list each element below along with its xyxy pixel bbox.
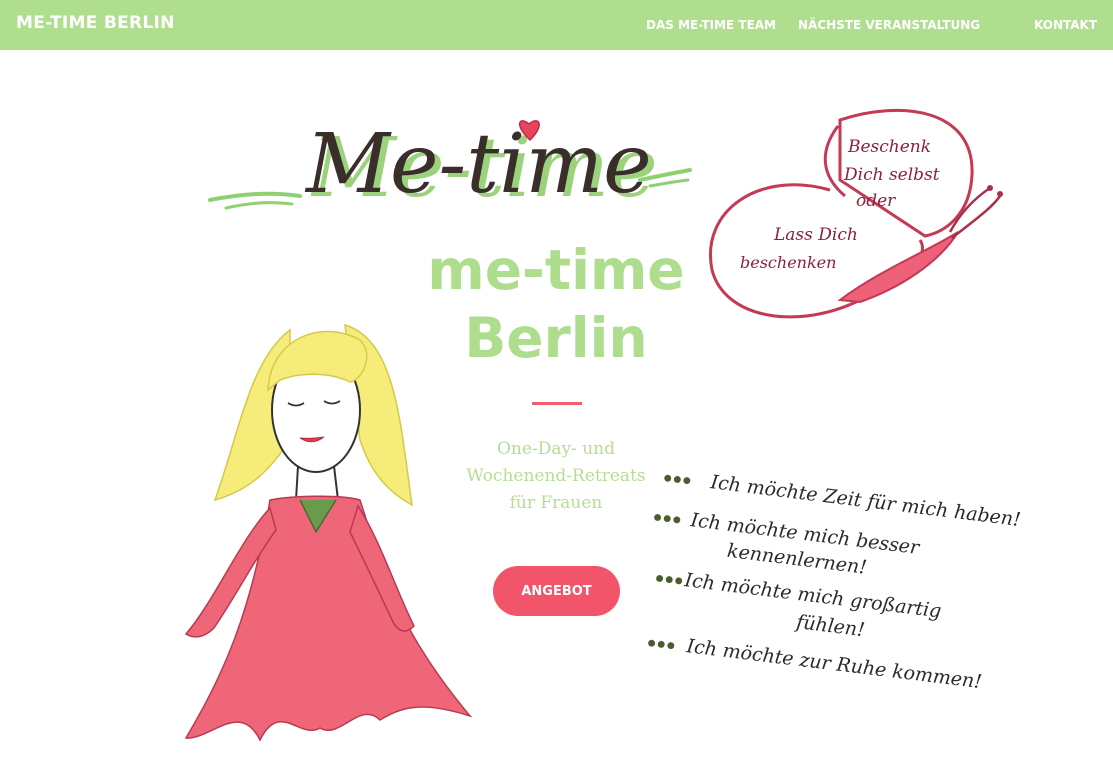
tagline-line-3: für Frauen <box>509 493 603 513</box>
logo-text: Me-time <box>304 117 652 212</box>
butterfly-illustration: Beschenk Dich selbst oder Lass Dich besc… <box>709 108 1003 319</box>
butterfly-line-3: oder <box>856 191 896 211</box>
wishes-list: ●●● Ich möchte Zeit für mich haben! ●●● … <box>646 469 1022 693</box>
butterfly-line-1: Beschenk <box>847 137 931 157</box>
hero-illustration: Me-time Me-time Beschenk Dich selbst ode… <box>184 108 1022 742</box>
svg-text:●●●: ●●● <box>646 634 677 654</box>
tagline-line-2: Wochenend-Retreats <box>466 466 646 486</box>
woman-illustration <box>184 323 473 742</box>
butterfly-line-5: beschenken <box>740 253 836 272</box>
hero-tagline: One-Day- und Wochenend-Retreats für Frau… <box>446 436 666 517</box>
svg-text:●●●: ●●● <box>662 469 693 489</box>
hero-title: me-time Berlin <box>400 236 712 372</box>
butterfly-line-4: Lass Dich <box>773 225 858 245</box>
butterfly-line-2: Dich selbst <box>843 165 940 185</box>
wish-4: Ich möchte zur Ruhe kommen! <box>684 635 983 693</box>
hero-title-line-2: Berlin <box>464 306 648 370</box>
tagline-line-1: One-Day- und <box>497 439 615 459</box>
wish-3b: fühlen! <box>793 611 866 641</box>
svg-text:●●●: ●●● <box>654 569 685 589</box>
title-divider <box>532 402 582 405</box>
hero-title-line-1: me-time <box>427 238 685 302</box>
angebot-button[interactable]: ANGEBOT <box>493 566 620 616</box>
me-time-logo: Me-time Me-time <box>208 117 692 216</box>
